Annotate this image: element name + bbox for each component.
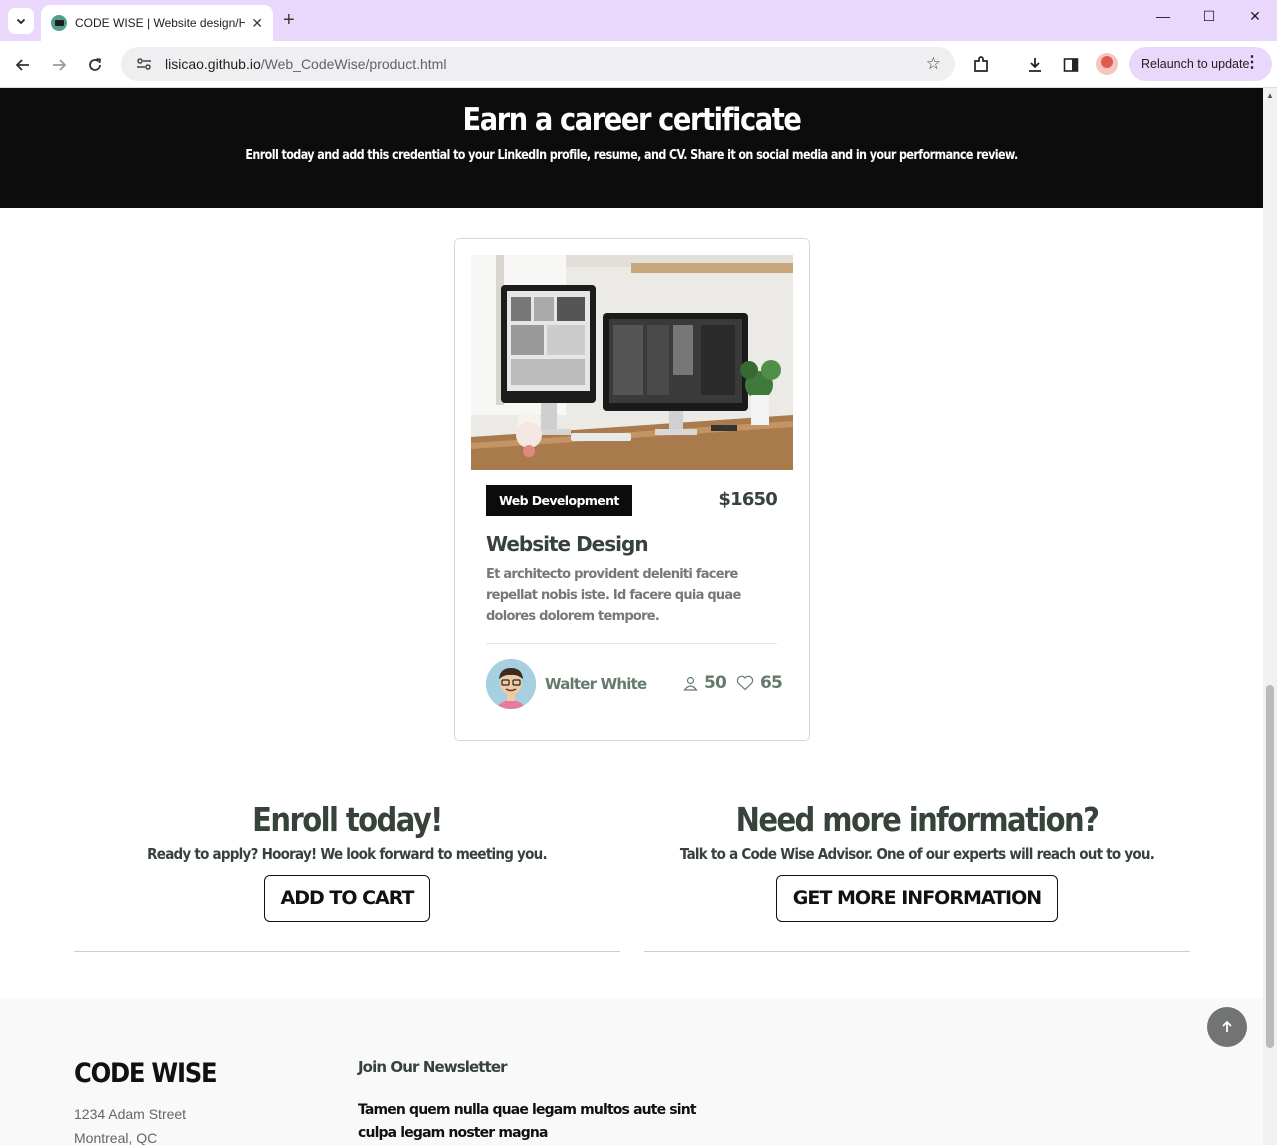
address-line-2: Montreal, QC <box>74 1130 158 1145</box>
course-description: Et architecto provident deleniti facere … <box>486 567 741 624</box>
download-icon[interactable] <box>1023 53 1047 77</box>
footer-logo[interactable]: CODE WISE <box>74 1058 218 1089</box>
certificate-banner: Earn a career certificate Enroll today a… <box>0 88 1263 208</box>
site-favicon-icon <box>51 15 67 31</box>
information-section: Need more information? Talk to a Code Wi… <box>644 800 1190 952</box>
page-viewport: Earn a career certificate Enroll today a… <box>0 88 1263 1145</box>
scroll-thumb[interactable] <box>1266 685 1274 1048</box>
course-price: $1650 <box>718 489 777 510</box>
students-value: 50 <box>704 673 727 693</box>
page-scrollbar[interactable]: ▲ <box>1263 88 1277 1145</box>
scroll-up-arrow-icon[interactable]: ▲ <box>1266 91 1274 100</box>
enroll-title: Enroll today! <box>252 800 443 839</box>
new-tab-button[interactable]: + <box>283 9 295 31</box>
tab-search-button[interactable] <box>8 8 34 34</box>
bookmark-star-icon[interactable]: ☆ <box>926 54 941 74</box>
maximize-icon[interactable]: ☐ <box>1197 8 1221 25</box>
trainer-name: Walter White <box>545 675 647 693</box>
course-card[interactable]: Web Development $1650 Website Design Et … <box>454 238 810 741</box>
likes-value: 65 <box>760 673 783 693</box>
certificate-title: Earn a career certificate <box>462 102 802 138</box>
arrow-up-icon <box>1222 1020 1232 1032</box>
browser-tab-strip: CODE WISE | Website design/H ✕ + — ☐ ✕ <box>0 0 1277 41</box>
tab-title: CODE WISE | Website design/H <box>75 16 245 30</box>
browser-toolbar: lisicao.github.io/Web_CodeWise/product.h… <box>0 41 1277 88</box>
enroll-text: Ready to apply? Hooray! We look forward … <box>147 845 547 863</box>
newsletter-text: Tamen quem nulla quae legam multos aute … <box>358 1102 697 1141</box>
close-tab-icon[interactable]: ✕ <box>251 15 263 32</box>
newsletter-title: Join Our Newsletter <box>358 1058 508 1076</box>
reload-icon[interactable] <box>83 53 107 77</box>
back-icon[interactable] <box>11 53 35 77</box>
card-divider <box>486 643 777 644</box>
minimize-icon[interactable]: — <box>1151 8 1175 24</box>
trainer-avatar <box>486 659 536 709</box>
address-bar[interactable]: lisicao.github.io/Web_CodeWise/product.h… <box>121 47 955 81</box>
url-text: lisicao.github.io/Web_CodeWise/product.h… <box>165 56 446 72</box>
url-path: /Web_CodeWise/product.html <box>260 56 447 72</box>
enroll-section: Enroll today! Ready to apply? Hooray! We… <box>74 800 620 952</box>
heart-icon <box>736 675 754 691</box>
likes-count: 65 <box>736 673 783 693</box>
footer-address: 1234 Adam Street Montreal, QC <box>74 1102 186 1145</box>
forward-icon[interactable] <box>47 53 71 77</box>
url-host: lisicao.github.io <box>165 56 261 72</box>
add-to-cart-button[interactable]: ADD TO CART <box>263 875 431 922</box>
information-title: Need more information? <box>735 800 1100 839</box>
get-more-information-button[interactable]: GET MORE INFORMATION <box>775 875 1059 922</box>
back-to-top-button[interactable] <box>1207 1007 1247 1047</box>
students-count: 50 <box>683 673 727 693</box>
browser-tab[interactable]: CODE WISE | Website design/H ✕ <box>41 5 273 41</box>
course-image <box>471 255 793 470</box>
information-text: Talk to a Code Wise Advisor. One of our … <box>679 845 1155 863</box>
course-title[interactable]: Website Design <box>486 532 649 556</box>
relaunch-to-update-button[interactable]: Relaunch to update ⋮ <box>1129 47 1272 81</box>
address-line-1: 1234 Adam Street <box>74 1106 187 1122</box>
side-panel-icon[interactable] <box>1059 53 1083 77</box>
certificate-subtitle: Enroll today and add this credential to … <box>245 148 1018 163</box>
footer: CODE WISE 1234 Adam Street Montreal, QC … <box>0 998 1263 1145</box>
close-window-icon[interactable]: ✕ <box>1243 8 1267 25</box>
relaunch-label: Relaunch to update <box>1141 57 1250 71</box>
extensions-icon[interactable] <box>969 53 993 77</box>
chevron-down-icon <box>16 18 26 25</box>
profile-avatar-icon[interactable] <box>1096 53 1118 75</box>
user-icon <box>683 676 698 691</box>
more-menu-icon[interactable]: ⋮ <box>1244 55 1260 71</box>
site-info-icon[interactable] <box>131 51 157 77</box>
category-badge: Web Development <box>486 485 632 516</box>
